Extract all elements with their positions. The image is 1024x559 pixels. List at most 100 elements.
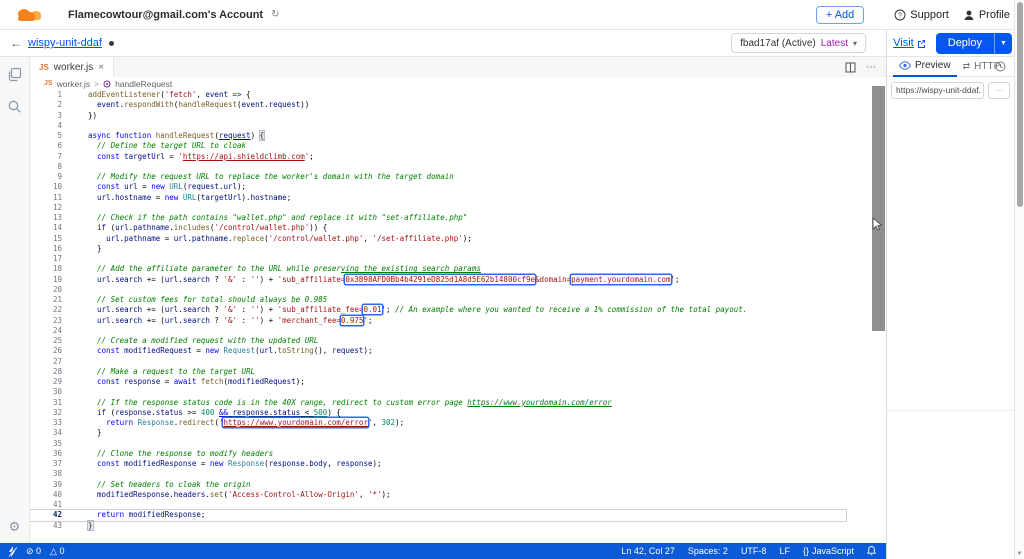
- code-line[interactable]: 24: [30, 326, 846, 336]
- code-line[interactable]: 3}): [30, 111, 846, 121]
- code-line[interactable]: 23 url.search += (url.search ? '&' : '')…: [30, 316, 846, 326]
- language-mode[interactable]: {} JavaScript: [803, 546, 854, 556]
- window-scrollbar-thumb[interactable]: [1017, 2, 1023, 207]
- swap-arrows-icon: ⇄: [963, 61, 971, 72]
- code-line[interactable]: 2 event.respondWith(handleRequest(event.…: [30, 100, 846, 110]
- files-icon[interactable]: [6, 65, 24, 83]
- code-line[interactable]: 12: [30, 203, 846, 213]
- warnings-count[interactable]: △ 0: [50, 546, 64, 557]
- code-line[interactable]: 10 const url = new URL(request.url);: [30, 182, 846, 192]
- chevron-down-icon: ▾: [853, 39, 857, 48]
- code-line[interactable]: 6 // Define the target URL to cloak: [30, 141, 846, 151]
- code-line[interactable]: 1addEventListener('fetch', event => {: [30, 90, 846, 100]
- panel-divider: [887, 410, 1014, 411]
- code-line[interactable]: 38: [30, 469, 846, 479]
- breadcrumb-symbol[interactable]: handleRequest: [115, 79, 172, 89]
- line-number: 21: [30, 295, 62, 305]
- code-line[interactable]: 35: [30, 439, 846, 449]
- scroll-down-arrow-icon[interactable]: ▼: [1015, 551, 1024, 557]
- indentation-setting[interactable]: Spaces: 2: [688, 546, 728, 556]
- code-line[interactable]: 29 const response = await fetch(modified…: [30, 377, 846, 387]
- preview-url-input[interactable]: https://wispy-unit-ddaf.: [891, 82, 984, 99]
- code-line[interactable]: 34 }: [30, 428, 846, 438]
- code-line[interactable]: 43}: [30, 521, 846, 531]
- version-select[interactable]: fbad17af (Active) Latest ▾: [731, 33, 866, 53]
- code-line[interactable]: 39 // Set headers to cloak the origin: [30, 480, 846, 490]
- cursor-position[interactable]: Ln 42, Col 27: [621, 546, 675, 556]
- code-line[interactable]: 20: [30, 285, 846, 295]
- code-line[interactable]: 31 // If the response status code is in …: [30, 398, 846, 408]
- tab-worker-js[interactable]: JS worker.js ×: [30, 57, 114, 77]
- deploy-button[interactable]: Deploy: [936, 33, 994, 54]
- window-scrollbar[interactable]: ▼: [1014, 0, 1024, 559]
- url-more-button[interactable]: ···: [988, 82, 1010, 99]
- line-number: 27: [30, 357, 62, 367]
- code-line[interactable]: 5async function handleRequest(request) {: [30, 131, 846, 141]
- code-line[interactable]: 8: [30, 162, 846, 172]
- eye-icon: [899, 61, 911, 70]
- code-line[interactable]: 37 const modifiedResponse = new Response…: [30, 459, 846, 469]
- remote-indicator-icon[interactable]: [8, 546, 17, 557]
- breadcrumb-file[interactable]: worker.js: [57, 79, 91, 89]
- code-line[interactable]: 17: [30, 254, 846, 264]
- code-line[interactable]: 7 const targetUrl = 'https://api.shieldc…: [30, 152, 846, 162]
- line-number: 31: [30, 398, 62, 408]
- close-tab-icon[interactable]: ×: [98, 62, 104, 73]
- search-icon[interactable]: [6, 97, 24, 115]
- code-line[interactable]: 4: [30, 121, 846, 131]
- split-editor-icon[interactable]: [845, 62, 856, 73]
- code-line[interactable]: 9 // Modify the request URL to replace t…: [30, 172, 846, 182]
- code-line[interactable]: 32 if (response.status >= 400 && respons…: [30, 408, 846, 418]
- visit-link[interactable]: Visit: [893, 37, 926, 49]
- more-actions-icon[interactable]: ⋯: [866, 62, 876, 73]
- code-line[interactable]: 27: [30, 357, 846, 367]
- support-label: Support: [910, 9, 949, 21]
- line-number: 14: [30, 223, 62, 233]
- errors-count[interactable]: ⊘ 0: [26, 546, 41, 557]
- profile-menu[interactable]: Profile: [963, 9, 1010, 21]
- worker-toolbar: ← wispy-unit-ddaf fbad17af (Active) Late…: [0, 30, 1024, 57]
- tab-preview[interactable]: Preview: [893, 57, 957, 77]
- back-arrow-icon[interactable]: ←: [10, 36, 22, 50]
- line-number: 34: [30, 428, 62, 438]
- code-line[interactable]: 13 // Check if the path contains "wallet…: [30, 213, 846, 223]
- line-number: 41: [30, 500, 62, 510]
- support-menu[interactable]: ? Support: [894, 9, 949, 21]
- code-line[interactable]: 30: [30, 387, 846, 397]
- unsaved-dot: [109, 41, 114, 46]
- line-number: 42: [30, 510, 62, 520]
- line-number: 35: [30, 439, 62, 449]
- code-line[interactable]: 26 const modifiedRequest = new Request(u…: [30, 346, 846, 356]
- code-line[interactable]: 16 }: [30, 244, 846, 254]
- code-line[interactable]: 42 return modifiedResponse;: [30, 510, 846, 520]
- code-line[interactable]: 19 url.search += (url.search ? '&' : '')…: [30, 275, 846, 285]
- deploy-dropdown-button[interactable]: ▼: [994, 33, 1012, 54]
- notifications-bell-icon[interactable]: [867, 546, 876, 556]
- code-line[interactable]: 41: [30, 500, 846, 510]
- gear-icon[interactable]: ⚙: [9, 519, 21, 535]
- add-button[interactable]: + Add: [816, 6, 864, 24]
- code-line[interactable]: 25 // Create a modified request with the…: [30, 336, 846, 346]
- eol-setting[interactable]: LF: [779, 546, 790, 556]
- history-clock-icon[interactable]: [995, 61, 1006, 72]
- code-line[interactable]: 36 // Clone the response to modify heade…: [30, 449, 846, 459]
- preview-tabs: Preview ⇄ HTTP: [887, 57, 1014, 77]
- editor-scrollbar[interactable]: [872, 86, 885, 331]
- code-line[interactable]: 22 url.search += (url.search ? '&' : '')…: [30, 305, 846, 315]
- code-line[interactable]: 15 url.pathname = url.pathname.replace('…: [30, 234, 846, 244]
- code-line[interactable]: 14 if (url.pathname.includes('/control/w…: [30, 223, 846, 233]
- profile-label: Profile: [979, 9, 1010, 21]
- code-line[interactable]: 33 return Response.redirect('https://www…: [30, 418, 846, 428]
- code-line[interactable]: 28 // Make a request to the target URL: [30, 367, 846, 377]
- code-area[interactable]: 1addEventListener('fetch', event => {2 e…: [30, 90, 886, 543]
- encoding-setting[interactable]: UTF-8: [741, 546, 767, 556]
- code-line[interactable]: 11 url.hostname = new URL(targetUrl).hos…: [30, 193, 846, 203]
- line-number: 20: [30, 285, 62, 295]
- worker-name-link[interactable]: wispy-unit-ddaf: [28, 37, 102, 49]
- account-switch-icon[interactable]: ↻: [271, 9, 279, 20]
- code-line[interactable]: 40 modifiedResponse.headers.set('Access-…: [30, 490, 846, 500]
- code-line[interactable]: 18 // Add the affiliate parameter to the…: [30, 264, 846, 274]
- line-number: 29: [30, 377, 62, 387]
- line-number: 5: [30, 131, 62, 141]
- code-line[interactable]: 21 // Set custom fees for total should a…: [30, 295, 846, 305]
